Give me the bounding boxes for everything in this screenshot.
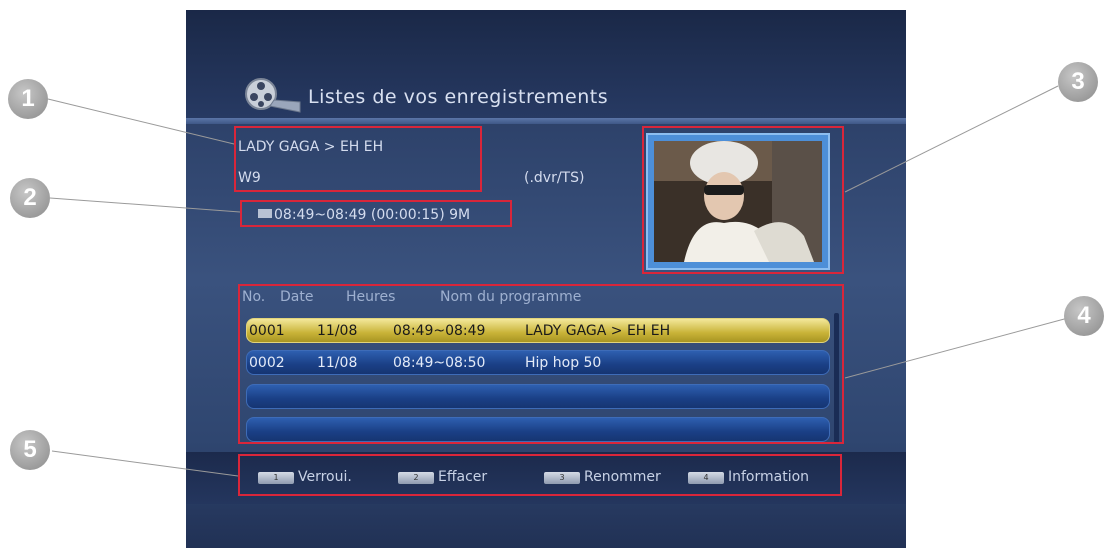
callout-2: 2 — [10, 178, 50, 218]
callout-5: 5 — [10, 430, 50, 470]
highlight-recording-name — [234, 126, 482, 192]
highlight-function-keys — [238, 454, 842, 496]
callout-3: 3 — [1058, 62, 1098, 102]
highlight-preview — [642, 126, 844, 274]
callout-1: 1 — [8, 79, 48, 119]
callout-4: 4 — [1064, 296, 1104, 336]
highlight-recording-time — [240, 200, 512, 227]
highlight-recording-list — [238, 284, 844, 444]
